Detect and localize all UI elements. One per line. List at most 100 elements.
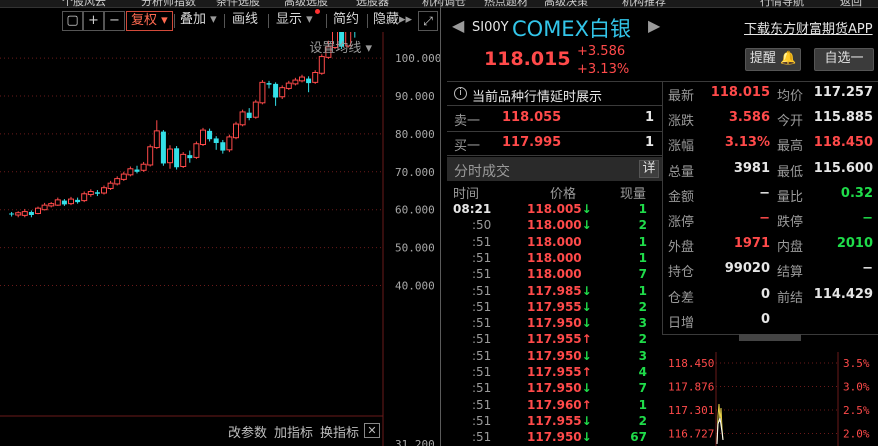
candle-body bbox=[312, 72, 319, 83]
top-menu-item[interactable]: 个股风云 bbox=[62, 0, 106, 7]
trade-price-cell: 118.000 bbox=[527, 251, 582, 265]
trade-volume: 1 bbox=[638, 397, 647, 412]
y-tick-label: 40.000 bbox=[395, 280, 435, 293]
candle-body bbox=[213, 138, 219, 143]
download-app-link[interactable]: 下载东方财富期货APP bbox=[744, 18, 873, 37]
stat-value: − bbox=[862, 211, 873, 226]
stats-row: 涨幅 3.13% 最高 118.450 bbox=[663, 134, 878, 156]
candle-body bbox=[127, 168, 134, 176]
trade-price-cell: 117.950↓ bbox=[527, 316, 592, 330]
top-menu-item[interactable]: 行情导航 bbox=[760, 0, 804, 7]
square-icon[interactable]: ▢ bbox=[62, 11, 83, 31]
top-menu-item[interactable]: 高级选股 bbox=[284, 0, 328, 7]
stat-label: 最高 bbox=[777, 139, 804, 155]
candle-body bbox=[193, 143, 200, 158]
splitter-handle[interactable] bbox=[739, 334, 801, 341]
caret-down-icon: ▾ bbox=[306, 12, 313, 27]
trade-time: 08:21 bbox=[453, 202, 492, 216]
toolbar-divider bbox=[326, 14, 327, 28]
candle-body bbox=[75, 199, 81, 203]
watchlist-button[interactable]: 自选一 bbox=[814, 48, 874, 71]
stats-row: 仓差 0 前结 114.429 bbox=[663, 286, 878, 308]
simple-mode-button[interactable]: 简约 bbox=[333, 11, 359, 31]
trade-row: :50 118.000↓ 2 bbox=[447, 218, 662, 234]
down-arrow-icon: ↓ bbox=[581, 283, 592, 298]
notification-dot bbox=[315, 9, 320, 14]
stat-value: − bbox=[759, 211, 770, 226]
trade-price-cell: 117.985↓ bbox=[527, 284, 592, 298]
trades-detail-button[interactable]: 详 bbox=[639, 160, 659, 178]
chart-toolbar: ▢ + − 复权 ▾ 叠加 ▾ 画线 显示 ▾ 简约 隐藏▸▸ ⤢ bbox=[0, 9, 440, 32]
overlay-dropdown[interactable]: 叠加 ▾ bbox=[180, 11, 217, 31]
top-menu-item[interactable]: 选股器 bbox=[356, 0, 389, 7]
top-menu-item[interactable]: 热点题材 bbox=[484, 0, 528, 7]
trade-time: :51 bbox=[472, 430, 492, 445]
trade-volume: 2 bbox=[638, 299, 647, 314]
candle-body bbox=[279, 87, 286, 98]
stats-row: 涨停 − 跌停 − bbox=[663, 210, 878, 232]
candle-body bbox=[21, 211, 28, 216]
trade-price: 118.000 bbox=[527, 250, 582, 265]
quote-title-bar: ◀ SI00Y COMEX白银 ▶ 下载东方财富期货APP bbox=[446, 12, 878, 42]
stat-value: 117.257 bbox=[813, 85, 873, 100]
top-menu-item[interactable]: 条件选股 bbox=[216, 0, 260, 7]
alert-button[interactable]: 提醒 🔔 bbox=[745, 48, 801, 71]
candle-body bbox=[285, 82, 292, 89]
top-menu-item[interactable]: 机构调仓 bbox=[422, 0, 466, 7]
stat-value: 3.13% bbox=[724, 135, 770, 151]
mini-price-label: 117.301 bbox=[668, 404, 714, 417]
fuquan-dropdown[interactable]: 复权 ▾ bbox=[126, 11, 173, 31]
trade-price: 117.955 bbox=[527, 365, 582, 379]
ask-row[interactable]: 卖一 118.055 1 bbox=[447, 109, 662, 131]
ma-settings-button[interactable]: 设置均线 ▾ bbox=[309, 37, 372, 56]
display-dropdown[interactable]: 显示 ▾ bbox=[276, 9, 320, 31]
trade-price-cell: 117.960↑ bbox=[527, 398, 592, 412]
trade-time: :51 bbox=[472, 365, 492, 379]
trade-volume: 67 bbox=[630, 430, 647, 445]
y-tick-label: 60.000 bbox=[395, 204, 435, 217]
trade-row: :51 117.955↓ 2 bbox=[447, 300, 662, 316]
trade-price: 117.950 bbox=[527, 316, 582, 331]
candle-body bbox=[9, 213, 15, 215]
candle-body bbox=[266, 83, 272, 85]
stats-row: 外盘 1971 内盘 2010 bbox=[663, 235, 878, 257]
expand-icon[interactable]: ⤢ bbox=[418, 11, 438, 31]
intraday-mini-chart: 118.450 3.5% 117.876 3.0% 117.301 2.5% 116.727… bbox=[666, 344, 878, 446]
top-menu-item[interactable]: 高级决策 bbox=[544, 0, 588, 7]
up-arrow-icon: ↑ bbox=[581, 332, 592, 347]
trade-row: :51 117.950↓ 7 bbox=[447, 381, 662, 397]
candle-body bbox=[167, 148, 173, 164]
instrument-name: COMEX白银 bbox=[512, 17, 631, 41]
add-indicator-button[interactable]: 加指标 bbox=[274, 422, 313, 441]
candle-body bbox=[273, 83, 279, 98]
stat-label: 跌停 bbox=[777, 215, 804, 230]
prev-arrow-icon[interactable]: ◀ bbox=[452, 16, 464, 35]
switch-indicator-button[interactable]: 换指标 bbox=[320, 422, 359, 441]
trade-price: 117.955 bbox=[527, 413, 582, 428]
hide-button[interactable]: 隐藏▸▸ bbox=[373, 11, 412, 31]
zoom-in-button[interactable]: + bbox=[83, 11, 104, 31]
draw-line-button[interactable]: 画线 bbox=[232, 11, 258, 31]
bid-row[interactable]: 买一 117.995 1 bbox=[447, 134, 662, 156]
zoom-out-button[interactable]: − bbox=[104, 11, 125, 31]
trade-time: :51 bbox=[472, 283, 492, 298]
close-icon[interactable]: ✕ bbox=[364, 423, 380, 438]
top-menu-item[interactable]: 机构推荐 bbox=[622, 0, 666, 7]
top-menu-item[interactable]: 返回 bbox=[840, 0, 862, 7]
trade-volume: 3 bbox=[638, 348, 647, 363]
trade-time: :50 bbox=[472, 218, 492, 233]
trade-volume: 1 bbox=[638, 283, 647, 298]
top-menu-item[interactable]: 分析师指数 bbox=[141, 0, 196, 7]
edit-params-button[interactable]: 改参数 bbox=[228, 422, 267, 441]
kline-chart[interactable]: 120.000110.000100.00090.00080.00070.0006… bbox=[0, 32, 440, 446]
fuquan-label: 复权 bbox=[131, 13, 158, 28]
next-arrow-icon[interactable]: ▶ bbox=[648, 16, 660, 35]
up-arrow-icon: ↑ bbox=[581, 397, 592, 412]
stat-label: 外盘 bbox=[668, 240, 695, 256]
candle-body bbox=[200, 129, 206, 146]
y-tick-label: 80.000 bbox=[395, 128, 435, 141]
order-qty: 1 bbox=[644, 110, 654, 125]
down-arrow-icon: ↓ bbox=[581, 430, 592, 445]
stat-label: 涨幅 bbox=[668, 139, 695, 155]
candle-body bbox=[207, 130, 213, 140]
